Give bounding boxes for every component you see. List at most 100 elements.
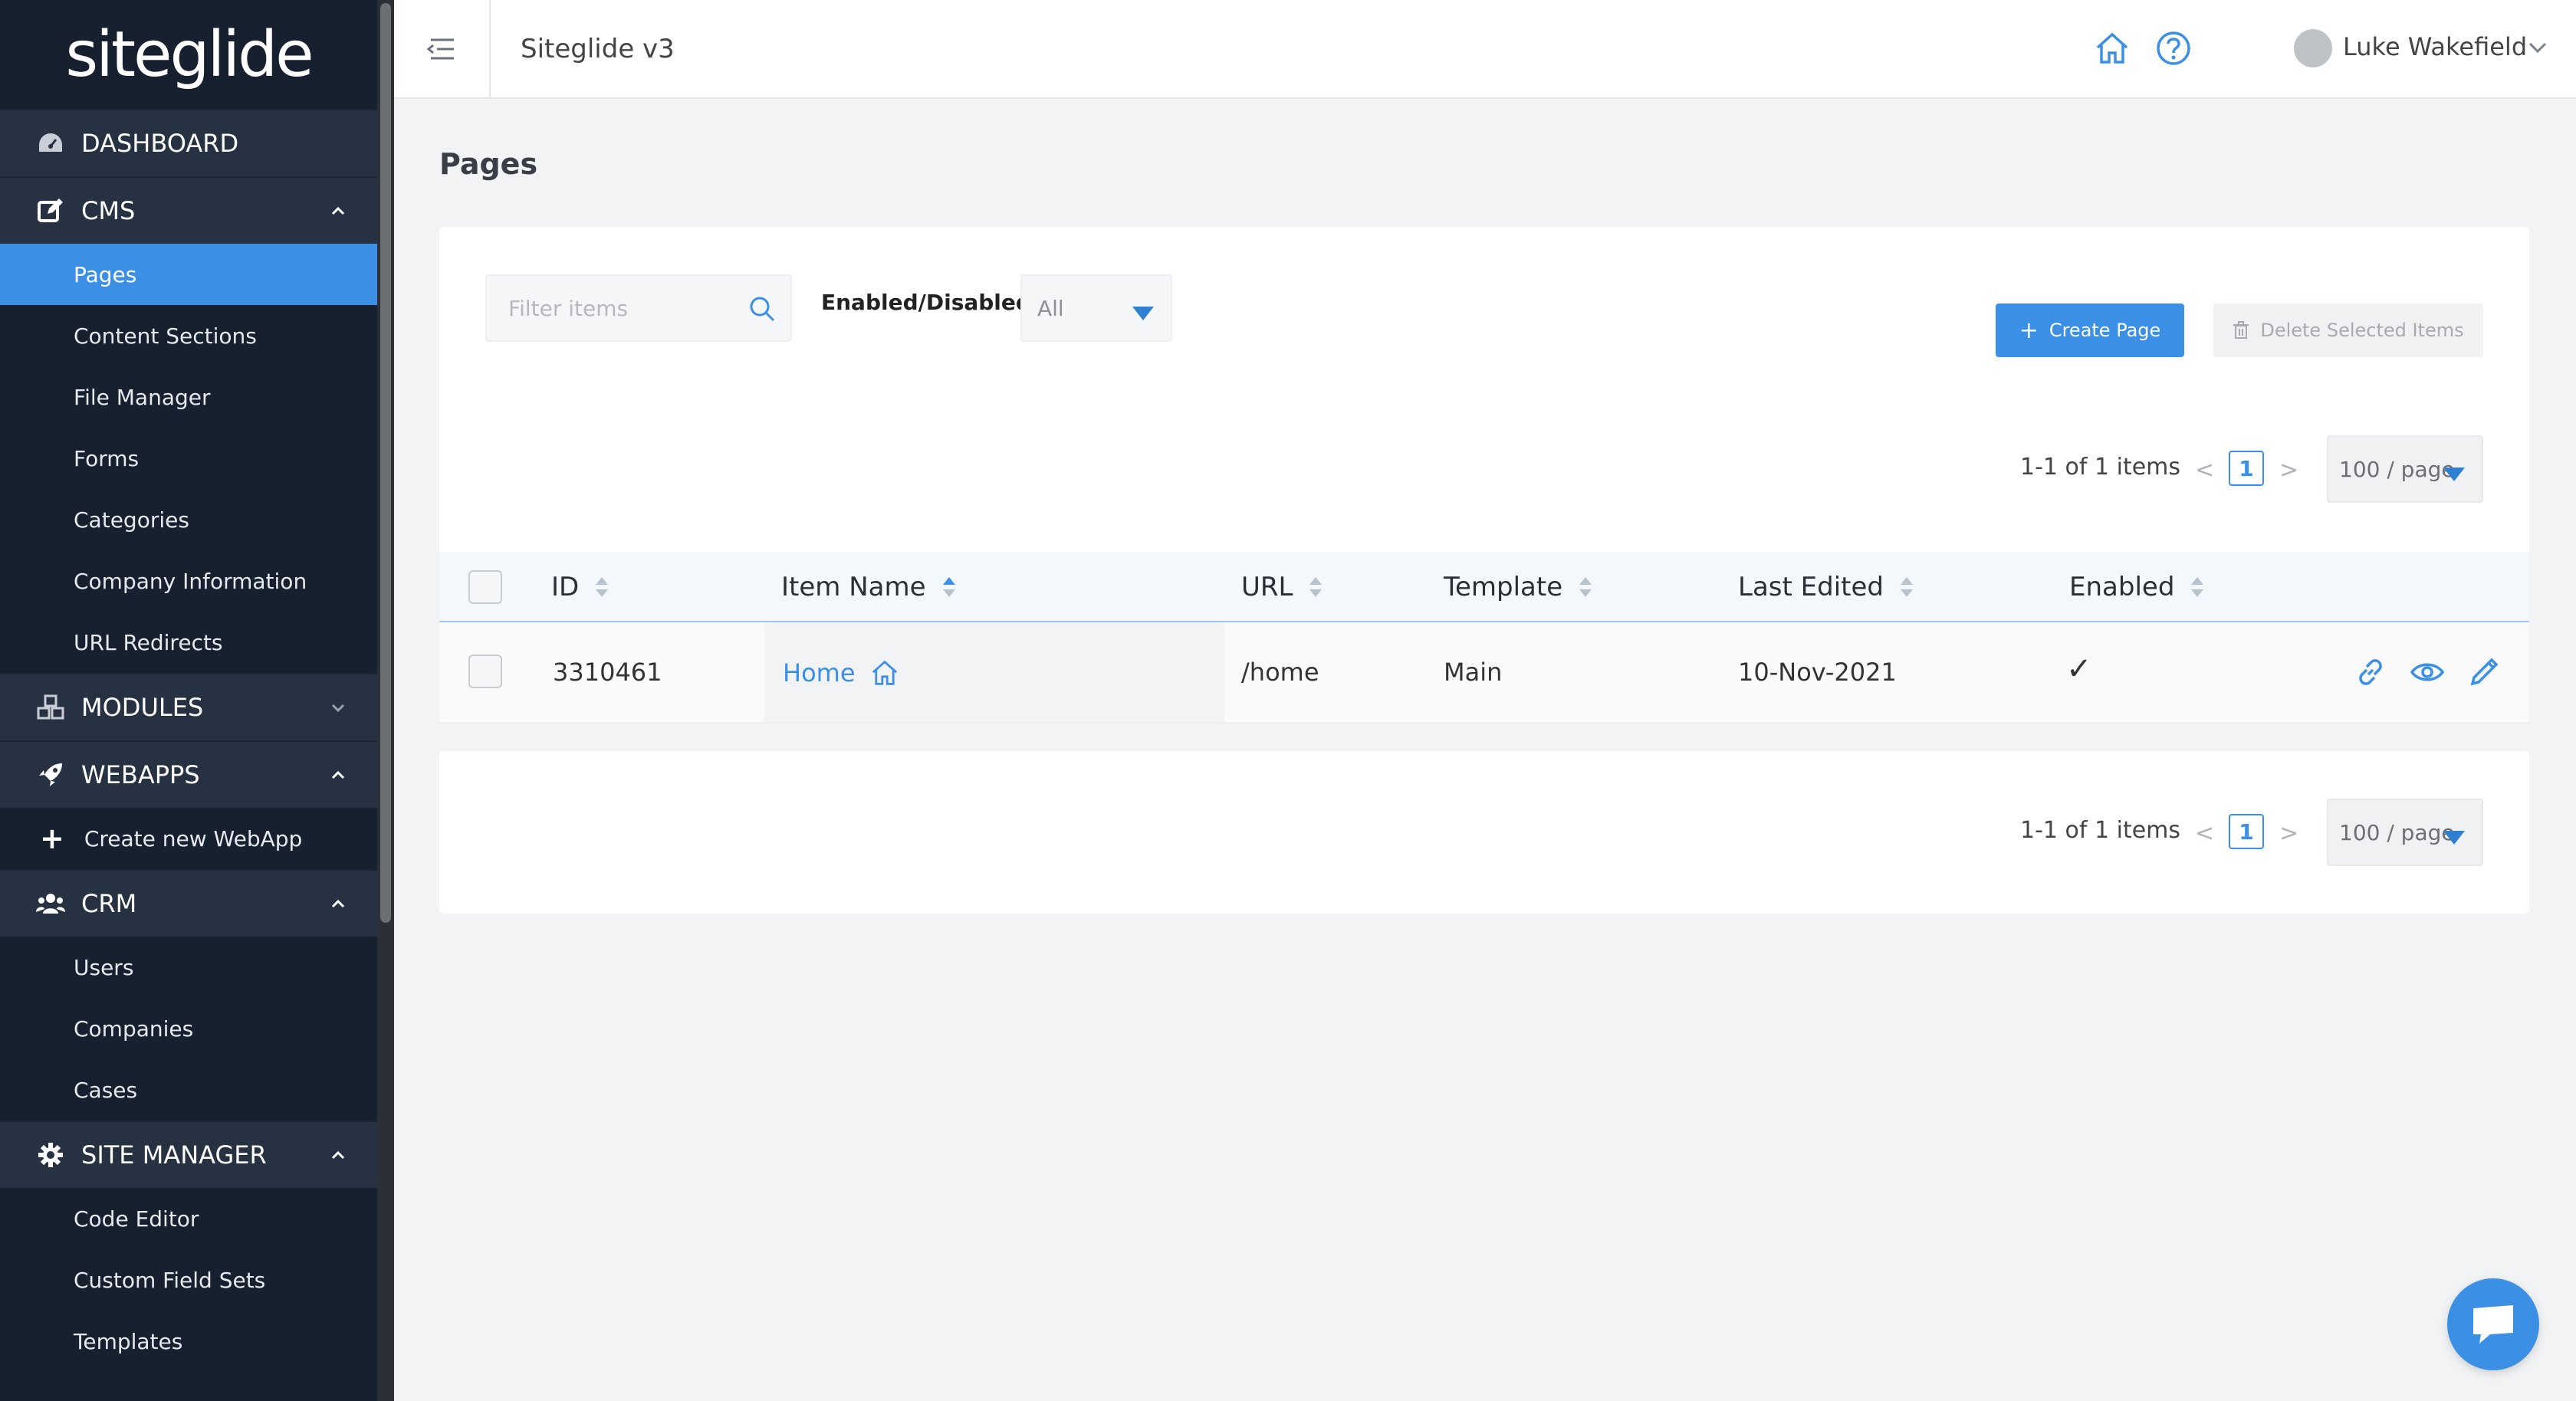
nav-section-webapps[interactable]: WEBAPPS — [0, 740, 377, 808]
filter-input[interactable]: Filter items — [485, 274, 792, 342]
sidebar-item-categories[interactable]: Categories — [0, 489, 377, 550]
help-icon[interactable] — [2154, 29, 2193, 67]
pagination-page[interactable]: 1 — [2229, 814, 2264, 849]
sidebar-item-create-webapp[interactable]: + Create new WebApp — [0, 808, 377, 869]
pagination-bottom: 1-1 of 1 items < 1 > 100 / page — [2020, 799, 2483, 866]
sidebar-item-company-information[interactable]: Company Information — [0, 550, 377, 612]
pagination-prev[interactable]: < — [2195, 820, 2214, 847]
home-icon[interactable] — [2093, 29, 2131, 67]
pagination-count: 1-1 of 1 items — [2020, 817, 2181, 844]
view-eye-icon[interactable] — [2410, 655, 2445, 690]
row-id: 3310461 — [553, 658, 662, 687]
nav-section-label: WEBAPPS — [81, 760, 200, 789]
nav-section-label: DASHBOARD — [81, 129, 239, 158]
nav-section-site-manager[interactable]: SITE MANAGER — [0, 1120, 377, 1188]
create-page-button[interactable]: + Create Page — [1996, 303, 2184, 357]
pagination-card: 1-1 of 1 items < 1 > 100 / page — [439, 751, 2529, 914]
column-header-enabled[interactable]: Enabled — [2069, 572, 2204, 602]
sidebar-item-file-manager[interactable]: File Manager — [0, 366, 377, 428]
select-all-checkbox[interactable] — [468, 570, 502, 604]
sidebar-scrollbar[interactable] — [377, 0, 394, 1401]
sidebar-item-pages[interactable]: Pages — [0, 244, 377, 305]
pagination-top: 1-1 of 1 items < 1 > 100 / page — [2020, 435, 2483, 503]
sort-icon[interactable] — [596, 576, 609, 599]
users-icon — [35, 888, 66, 919]
column-label: Enabled — [2069, 572, 2175, 602]
row-item-name[interactable]: Home — [783, 658, 900, 688]
siteglide-logo[interactable]: siteglide — [0, 0, 377, 109]
table-row[interactable]: 3310461 Home /home Main 10-Nov-2021 ✓ — [439, 622, 2529, 723]
nav-section-modules[interactable]: MODULES — [0, 673, 377, 740]
pagination-next[interactable]: > — [2279, 820, 2298, 847]
enabled-filter-label: Enabled/Disabled: — [821, 290, 1044, 315]
column-header-item-name[interactable]: Item Name — [781, 572, 955, 602]
page-size-select[interactable]: 100 / page — [2327, 435, 2483, 503]
chevron-up-icon — [331, 1150, 345, 1160]
sidebar-item-content-sections[interactable]: Content Sections — [0, 305, 377, 366]
pagination-count: 1-1 of 1 items — [2020, 454, 2181, 481]
delete-selected-button[interactable]: Delete Selected Items — [2213, 303, 2483, 357]
avatar[interactable] — [2294, 29, 2332, 67]
page-size-select[interactable]: 100 / page — [2327, 799, 2483, 866]
sidebar-item-companies[interactable]: Companies — [0, 998, 377, 1059]
dropdown-arrow-icon — [2443, 468, 2465, 481]
pagination-page[interactable]: 1 — [2229, 451, 2264, 486]
chevron-up-icon — [331, 206, 345, 215]
plus-icon: + — [2019, 317, 2039, 344]
sidebar-item-templates[interactable]: Templates — [0, 1311, 377, 1372]
chat-button[interactable] — [2447, 1278, 2539, 1370]
sidebar-item-custom-field-sets[interactable]: Custom Field Sets — [0, 1249, 377, 1311]
sort-icon[interactable] — [2191, 576, 2204, 599]
select-value: All — [1037, 296, 1064, 321]
sidebar-item-users[interactable]: Users — [0, 937, 377, 998]
app-title: Siteglide v3 — [521, 34, 675, 64]
row-item-name-link[interactable]: Home — [783, 658, 856, 687]
column-header-url[interactable]: URL — [1241, 572, 1322, 602]
page-size-value: 100 / page — [2339, 457, 2455, 482]
sidebar-item-cases[interactable]: Cases — [0, 1059, 377, 1120]
column-header-last-edited[interactable]: Last Edited — [1738, 572, 1913, 602]
sidebar-item-url-redirects[interactable]: URL Redirects — [0, 612, 377, 673]
nav-section-crm[interactable]: CRM — [0, 869, 377, 937]
nav-section-label: SITE MANAGER — [81, 1140, 267, 1170]
chat-icon — [2473, 1305, 2513, 1344]
row-checkbox[interactable] — [468, 655, 502, 688]
table-header: ID Item Name URL Template Last Edited En… — [439, 552, 2529, 622]
sort-icon[interactable] — [1900, 576, 1913, 599]
menu-toggle-icon[interactable] — [425, 34, 457, 64]
nav-section-label: CRM — [81, 889, 137, 918]
nav-section-label: MODULES — [81, 693, 204, 722]
pagination-next[interactable]: > — [2279, 457, 2298, 484]
column-label: URL — [1241, 572, 1293, 602]
link-icon[interactable] — [2353, 655, 2388, 690]
nav-section-dashboard[interactable]: DASHBOARD — [0, 109, 377, 176]
sort-icon[interactable] — [1309, 576, 1322, 599]
chevron-down-icon[interactable] — [2525, 35, 2550, 60]
column-header-template[interactable]: Template — [1444, 572, 1592, 602]
column-header-id[interactable]: ID — [551, 572, 609, 602]
sort-icon[interactable] — [942, 576, 955, 599]
filter-placeholder: Filter items — [508, 296, 629, 321]
nav-section-label: CMS — [81, 196, 136, 225]
search-icon[interactable] — [748, 294, 777, 323]
edit-icon — [35, 195, 66, 226]
pages-table-card: Filter items Enabled/Disabled: All + Cre… — [439, 227, 2529, 723]
sort-icon[interactable] — [1579, 576, 1592, 599]
sidebar-item-code-editor[interactable]: Code Editor — [0, 1188, 377, 1249]
trash-icon — [2233, 321, 2249, 339]
sidebar-item-forms[interactable]: Forms — [0, 428, 377, 489]
sidebar: siteglide DASHBOARD CMS Pages Content Se… — [0, 0, 394, 1401]
dropdown-arrow-icon — [2443, 831, 2465, 845]
cubes-icon — [35, 692, 66, 723]
row-template: Main — [1444, 658, 1503, 687]
nav-section-cms[interactable]: CMS — [0, 176, 377, 244]
scrollbar-thumb[interactable] — [380, 3, 391, 923]
pagination-prev[interactable]: < — [2195, 457, 2214, 484]
create-page-label: Create Page — [2049, 320, 2161, 341]
column-label: Last Edited — [1738, 572, 1884, 602]
row-last-edited: 10-Nov-2021 — [1738, 658, 1897, 687]
column-label: Template — [1444, 572, 1563, 602]
edit-pencil-icon[interactable] — [2466, 655, 2502, 690]
enabled-filter-select[interactable]: All — [1020, 274, 1172, 342]
user-name[interactable]: Luke Wakefield — [2343, 32, 2527, 61]
